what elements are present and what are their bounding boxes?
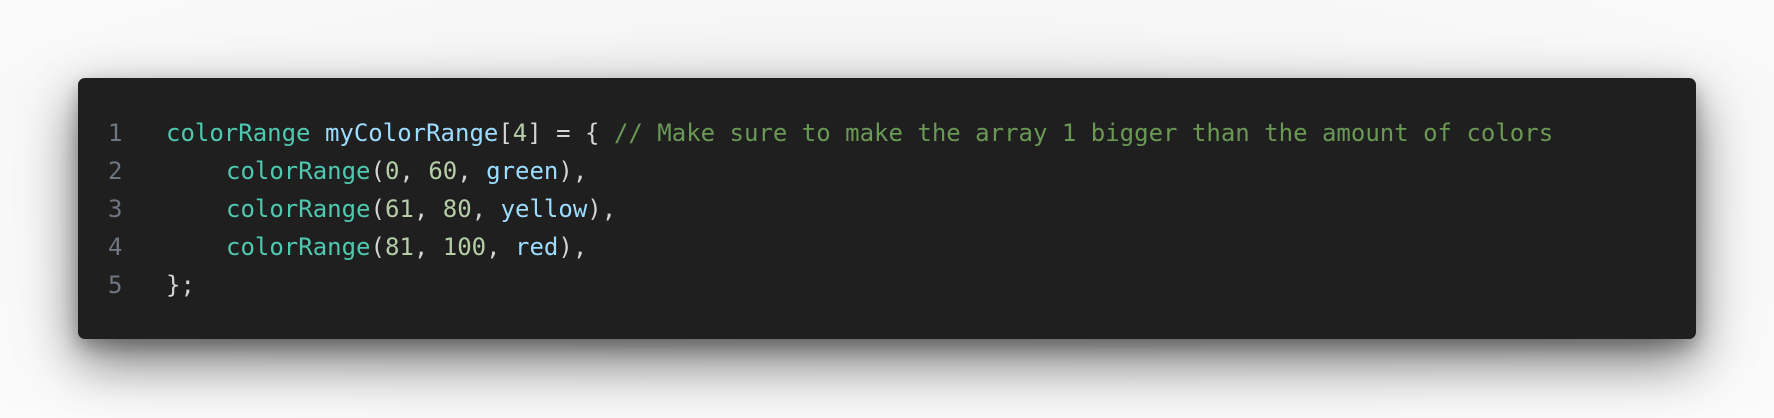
punctuation-token: ( bbox=[370, 195, 385, 223]
type-token: colorRange bbox=[226, 195, 371, 223]
punctuation-token: ), bbox=[558, 233, 588, 261]
punctuation-token: , bbox=[413, 195, 443, 223]
punctuation-token: }; bbox=[166, 271, 195, 299]
variable-token: yellow bbox=[500, 195, 588, 223]
punctuation-token: , bbox=[413, 233, 443, 261]
number-token: 80 bbox=[442, 195, 472, 223]
type-token: colorRange bbox=[226, 233, 371, 261]
punctuation-token: , bbox=[399, 157, 429, 185]
comment-token: // Make sure to make the array 1 bigger … bbox=[613, 119, 1554, 147]
line-content: colorRange(61, 80, yellow), bbox=[160, 190, 616, 228]
punctuation-token: ] = { bbox=[527, 119, 614, 147]
line-content: }; bbox=[160, 266, 195, 304]
code-line-2: 2 colorRange(0, 60, green), bbox=[78, 152, 1696, 190]
number-token: 100 bbox=[442, 233, 487, 261]
code-area[interactable]: 1 colorRange myColorRange[4] = { // Make… bbox=[78, 114, 1696, 304]
punctuation-token: [ bbox=[498, 119, 513, 147]
code-block: 1 colorRange myColorRange[4] = { // Make… bbox=[78, 78, 1696, 339]
punctuation-token: ), bbox=[558, 157, 588, 185]
line-number: 5 bbox=[108, 271, 123, 299]
line-number: 2 bbox=[108, 157, 123, 185]
number-token: 0 bbox=[384, 157, 400, 185]
punctuation-token: ( bbox=[370, 157, 385, 185]
line-number: 1 bbox=[108, 119, 123, 147]
number-token: 81 bbox=[384, 233, 414, 261]
line-number: 4 bbox=[108, 233, 123, 261]
line-content: colorRange(81, 100, red), bbox=[160, 228, 587, 266]
punctuation-token: ( bbox=[370, 233, 385, 261]
variable-token: myColorRange bbox=[324, 119, 499, 147]
number-token: 61 bbox=[384, 195, 414, 223]
line-content: colorRange(0, 60, green), bbox=[160, 152, 587, 190]
punctuation-token: ), bbox=[587, 195, 617, 223]
punctuation-token: , bbox=[457, 157, 487, 185]
punctuation-token: , bbox=[486, 233, 516, 261]
number-token: 60 bbox=[428, 157, 458, 185]
type-token: colorRange bbox=[226, 157, 371, 185]
code-line-4: 4 colorRange(81, 100, red), bbox=[78, 228, 1696, 266]
code-line-1: 1 colorRange myColorRange[4] = { // Make… bbox=[78, 114, 1696, 152]
line-content: colorRange myColorRange[4] = { // Make s… bbox=[160, 114, 1553, 152]
code-line-3: 3 colorRange(61, 80, yellow), bbox=[78, 190, 1696, 228]
line-number: 3 bbox=[108, 195, 123, 223]
type-token: colorRange bbox=[166, 119, 311, 147]
punctuation-token: , bbox=[471, 195, 501, 223]
variable-token: green bbox=[486, 157, 559, 185]
variable-token: red bbox=[515, 233, 559, 261]
code-line-5: 5 }; bbox=[78, 266, 1696, 304]
number-token: 4 bbox=[512, 119, 528, 147]
